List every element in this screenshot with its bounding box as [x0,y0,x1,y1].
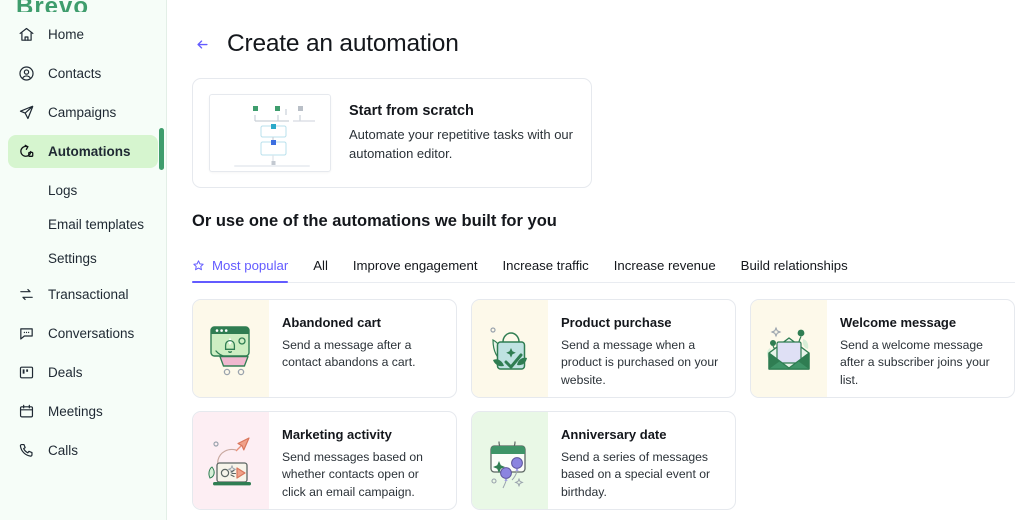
sidebar-subitem-label: Email templates [48,216,145,232]
app-root: Brevo Home Contacts [0,0,1024,520]
sidebar-item-label: Home [48,27,85,42]
sidebar-nav: Home Contacts Campaigns Automations Logs… [0,12,166,467]
sidebar: Brevo Home Contacts [0,0,167,520]
card-description: Send a series of messages based on a spe… [561,450,711,499]
transactional-icon [16,285,36,305]
card-title: Anniversary date [561,427,667,442]
tab-most-popular[interactable]: Most popular [192,258,289,283]
automation-card-text: Product purchase Send a message when a p… [548,300,735,397]
calls-icon [16,441,36,461]
anniversary-date-illustration [472,412,548,509]
deals-icon [16,363,36,383]
automation-card-anniversary-date[interactable]: Anniversary date Send a series of messag… [471,411,736,510]
sidebar-item-label: Meetings [48,404,103,419]
start-from-scratch-text: Start from scratch Automate your repetit… [349,103,591,163]
start-from-scratch-card[interactable]: Start from scratch Automate your repetit… [192,78,592,188]
arrow-left-icon[interactable] [192,34,212,54]
sidebar-item-meetings[interactable]: Meetings [8,395,158,428]
conversations-icon [16,324,36,344]
sidebar-item-label: Conversations [48,326,135,341]
automation-template-grid: Abandoned cart Send a message after a co… [192,299,1015,510]
automation-card-welcome-message[interactable]: Welcome message Send a welcome message a… [750,299,1015,398]
star-icon [192,259,205,272]
card-description: Send a welcome message after a subscribe… [840,338,990,387]
page-header: Create an automation [192,0,1015,62]
abandoned-cart-illustration [193,300,269,397]
tab-increase-traffic[interactable]: Increase traffic [503,258,589,282]
sidebar-item-settings[interactable]: Settings [8,242,158,274]
card-title: Welcome message [840,315,957,330]
sidebar-item-label: Transactional [48,287,129,302]
main-content: Create an automation Start from scratch … [167,0,1024,520]
sidebar-item-label: Calls [48,443,79,458]
card-title: Marketing activity [282,427,392,442]
automation-card-text: Marketing activity Send messages based o… [269,412,456,509]
card-title: Abandoned cart [282,315,381,330]
card-description: Send messages based on whether contacts … [282,450,423,499]
section-heading: Or use one of the automations we built f… [192,212,557,230]
tab-bar: Most popular All Improve engagement Incr… [192,253,1015,283]
sidebar-item-contacts[interactable]: Contacts [8,57,158,90]
tab-label: All [313,258,328,273]
automation-card-marketing-activity[interactable]: Marketing activity Send messages based o… [192,411,457,510]
sidebar-subitem-label: Settings [48,250,97,266]
sidebar-item-campaigns[interactable]: Campaigns [8,96,158,129]
tab-label: Increase revenue [613,258,716,273]
sidebar-item-transactional[interactable]: Transactional [8,278,158,311]
card-description: Automate your repetitive tasks with our … [349,127,573,161]
automation-card-text: Abandoned cart Send a message after a co… [269,300,456,397]
card-description: Send a message when a product is purchas… [561,338,719,387]
sidebar-item-deals[interactable]: Deals [8,356,158,389]
automation-card-text: Welcome message Send a welcome message a… [827,300,1014,397]
automation-card-text: Anniversary date Send a series of messag… [548,412,735,509]
campaigns-icon [16,103,36,123]
page-title: Create an automation [227,30,459,57]
sidebar-item-automations[interactable]: Automations [8,135,158,168]
tab-improve-engagement[interactable]: Improve engagement [353,258,478,282]
meetings-icon [16,402,36,422]
tab-label: Increase traffic [502,258,589,273]
contacts-icon [16,64,36,84]
automation-card-product-purchase[interactable]: Product purchase Send a message when a p… [471,299,736,398]
sidebar-item-email-templates[interactable]: Email templates [8,208,158,240]
sidebar-subitem-label: Logs [48,182,78,198]
automation-card-abandoned-cart[interactable]: Abandoned cart Send a message after a co… [192,299,457,398]
tab-label: Most popular [212,258,289,273]
card-title: Start from scratch [349,103,474,120]
marketing-activity-illustration [193,412,269,509]
card-title: Product purchase [561,315,672,330]
sidebar-item-conversations[interactable]: Conversations [8,317,158,350]
home-icon [16,25,36,45]
sidebar-item-label: Campaigns [48,105,117,120]
sidebar-item-calls[interactable]: Calls [8,434,158,467]
tab-all[interactable]: All [313,258,328,282]
sidebar-item-label: Deals [48,365,83,380]
card-description: Send a message after a contact abandons … [282,338,416,370]
welcome-message-illustration [751,300,827,397]
tab-label: Build relationships [740,258,848,273]
tab-label: Improve engagement [352,258,478,273]
tab-build-relationships[interactable]: Build relationships [741,258,848,282]
brand-name: Brevo [16,0,89,12]
automations-icon [16,142,36,162]
tab-increase-revenue[interactable]: Increase revenue [614,258,716,282]
brand-logo[interactable]: Brevo [0,0,166,12]
sidebar-item-home[interactable]: Home [8,18,158,51]
sidebar-item-label: Contacts [48,66,102,81]
sidebar-item-label: Automations [48,144,131,159]
flowchart-thumbnail [209,94,331,172]
product-purchase-illustration [472,300,548,397]
sidebar-item-logs[interactable]: Logs [8,174,158,206]
sidebar-scrollbar[interactable] [159,128,164,170]
